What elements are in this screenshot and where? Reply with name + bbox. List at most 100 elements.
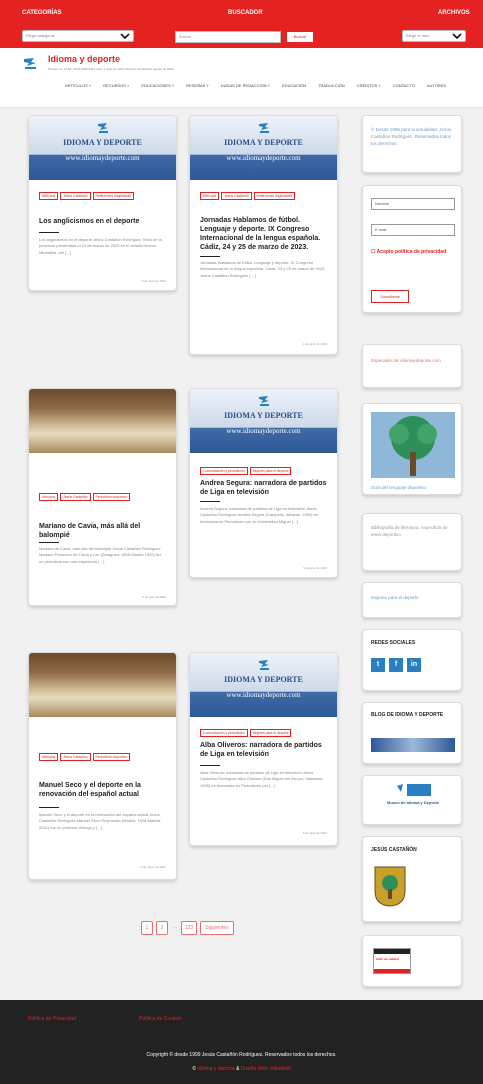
next-page-button[interactable]: Siguientes: [200, 921, 234, 935]
post-thumbnail-library[interactable]: [29, 653, 176, 717]
post-thumbnail[interactable]: IDIOMA Y DEPORTE www.idiomaydeporte.com: [29, 116, 176, 180]
nav-item-traduccion[interactable]: TRADUCCIÓN: [318, 83, 345, 88]
facebook-icon[interactable]: f: [389, 658, 403, 672]
banner-title: IDIOMA Y DEPORTE: [224, 138, 303, 147]
post-title[interactable]: Alba Oliveros: narradora de partidos de …: [200, 741, 327, 759]
nav-item-dudas[interactable]: DUDAS DE REDACCIÓN ˅: [221, 83, 270, 88]
post-card: Artículos Jesús Castañón Periodismo deport…: [28, 652, 177, 880]
post-date: 5 de julio de 2022: [142, 595, 166, 599]
post-tags: Artículos Jesús Castañón Reflexiones lingü…: [200, 184, 297, 202]
blog-banner[interactable]: [371, 738, 455, 752]
post-excerpt: Manuel Seco y el deporte en la renovació…: [39, 812, 162, 830]
tag[interactable]: Artículos: [39, 493, 59, 501]
guide-link[interactable]: Guía del lenguaje deportivo: [371, 484, 453, 491]
nav-item-articulos[interactable]: ARTÍCULOS ˅: [65, 83, 91, 88]
post-card: IDIOMA Y DEPORTE www.idiomaydeporte.com …: [189, 652, 338, 846]
post-card: IDIOMA Y DEPORTE www.idiomaydeporte.com …: [28, 115, 177, 291]
cookies-policy-link[interactable]: Política de Cookies: [139, 1016, 182, 1022]
quality-badge[interactable]: Sello de calidad: [373, 948, 411, 974]
post-title[interactable]: Andrea Segura: narradora de partidos de …: [200, 479, 327, 497]
chevron-down-icon: [452, 33, 462, 39]
specials-link[interactable]: Especiales de idiomaydeporte.com: [371, 357, 453, 364]
linkedin-icon[interactable]: in: [407, 658, 421, 672]
post-title[interactable]: Los anglicismos en el deporte: [39, 217, 166, 226]
subscribe-button[interactable]: Suscribirse: [371, 290, 409, 303]
tag[interactable]: Jesús Castañón: [60, 192, 91, 200]
twitter-icon[interactable]: t: [371, 658, 385, 672]
privacy-policy-link[interactable]: Política de Privacidad: [28, 1016, 76, 1022]
post-excerpt: Jornadas Hablamos de fútbol. Lenguaje y …: [200, 260, 326, 278]
divider: [200, 501, 220, 502]
post-excerpt: Los anglicismos en el deporte Jesús Cast…: [39, 237, 162, 255]
main-nav: ARTÍCULOS ˅ RECURSOS ˅ EDUCACIONES ˅ RES…: [65, 83, 458, 88]
logo-icon: [258, 123, 269, 133]
email-field[interactable]: E-mail: [371, 224, 455, 236]
name-field[interactable]: Nombre: [371, 198, 455, 210]
post-excerpt: Alba Oliveros: narradora de partidos de …: [200, 770, 324, 788]
tag[interactable]: Jesús Castañón: [221, 192, 252, 200]
tag[interactable]: Periodismo deportivo: [92, 493, 131, 501]
subscribe-widget: Nombre E-mail ☐ Acepto política de priva…: [362, 185, 462, 313]
page-2[interactable]: 2: [156, 921, 168, 935]
post-tags: Comunicación y periodismo Mujeres para el…: [200, 459, 293, 477]
tag[interactable]: Reflexiones lingüísticas: [253, 192, 295, 200]
post-title[interactable]: Mariano de Cavia, más allá del balompié: [39, 522, 166, 540]
tag[interactable]: Periodismo deportivo: [92, 753, 131, 761]
post-thumbnail-library[interactable]: [29, 389, 176, 453]
divider: [200, 256, 220, 257]
tag[interactable]: Comunicación y periodismo: [200, 729, 248, 737]
tag[interactable]: Comunicación y periodismo: [200, 467, 248, 475]
logo-icon: [258, 396, 269, 406]
page-last[interactable]: 123: [181, 921, 197, 935]
nav-item-educacion[interactable]: EDUCACIÓN: [282, 83, 306, 88]
credit-site-link[interactable]: Idioma y deporte: [197, 1066, 234, 1072]
site-header: Idioma y deporte Número 3+ 13.08. ISSN 1…: [0, 48, 483, 108]
nav-item-autores[interactable]: AUTORES: [427, 83, 446, 88]
categories-select[interactable]: Elegir categoría: [22, 30, 134, 42]
coat-of-arms-icon[interactable]: [373, 865, 407, 907]
tag[interactable]: Artículos: [200, 192, 220, 200]
nav-item-creditos[interactable]: CRÉDITOS ˅: [357, 83, 381, 88]
footer-copyright: Copyright © desde 1999 Jesús Castañón Ro…: [146, 1052, 337, 1058]
post-thumbnail[interactable]: IDIOMA Y DEPORTE www.idiomaydeporte.com: [190, 116, 337, 180]
privacy-checkbox[interactable]: ☐ Acepto política de privacidad: [371, 248, 453, 256]
site-logo-icon[interactable]: [22, 57, 38, 71]
post-title[interactable]: Manuel Seco y el deporte en la renovació…: [39, 781, 166, 799]
bibliography-link[interactable]: Bibliografía de literatura, especifida d…: [371, 524, 453, 538]
museum-label: Museo de Idioma y Deporte: [386, 800, 439, 805]
logo-icon: [97, 123, 108, 133]
specials-widget: Especiales de idiomaydeporte.com: [362, 344, 462, 388]
site-title[interactable]: Idioma y deporte: [48, 54, 120, 64]
page-1[interactable]: 1: [141, 921, 153, 935]
tag[interactable]: Mujeres para el deporte: [249, 467, 292, 475]
tag[interactable]: Artículos: [39, 192, 59, 200]
tag[interactable]: Mujeres para el deporte: [249, 729, 292, 737]
post-thumbnail[interactable]: IDIOMA Y DEPORTE www.idiomaydeporte.com: [190, 389, 337, 453]
post-card: Artículos Jesús Castañón Periodismo deport…: [28, 388, 177, 606]
post-thumbnail[interactable]: IDIOMA Y DEPORTE www.idiomaydeporte.com: [190, 653, 337, 717]
credit-design-link[interactable]: Diseño Web Valladolid: [241, 1066, 291, 1072]
archives-label: ARCHIVOS: [438, 10, 470, 16]
search-input[interactable]: Buscar ...: [175, 31, 281, 43]
tag[interactable]: Jesús Castañón: [60, 493, 91, 501]
post-tags: Artículos Jesús Castañón Reflexiones lingü…: [39, 184, 136, 202]
banner-url: www.idiomaydeporte.com: [226, 154, 301, 162]
post-title[interactable]: Jornadas Hablamos de fútbol. Lenguaje y …: [200, 216, 327, 252]
nav-item-resenas[interactable]: RESEÑAS ˅: [186, 83, 209, 88]
nav-item-educaciones[interactable]: EDUCACIONES ˅: [141, 83, 174, 88]
tag[interactable]: Jesús Castañón: [60, 753, 91, 761]
nav-item-recursos[interactable]: RECURSOS ˅: [103, 83, 129, 88]
search-label: BUSCADOR: [228, 10, 263, 16]
women-link[interactable]: Mujeres para el deporte: [371, 594, 453, 601]
nav-item-contacto[interactable]: CONTACTO: [393, 83, 415, 88]
tag[interactable]: Reflexiones lingüísticas: [92, 192, 134, 200]
social-heading: REDES SOCIALES: [371, 640, 416, 646]
tag[interactable]: Artículos: [39, 753, 59, 761]
top-bar: CATEGORÍAS Elegir categoría BUSCADOR Bus…: [0, 0, 483, 48]
castanon-widget: JESÚS CASTAÑÓN: [362, 836, 462, 922]
search-button[interactable]: Buscar: [286, 31, 314, 43]
tree-illustration[interactable]: [371, 412, 455, 478]
archives-select[interactable]: Elegir el mes: [402, 30, 466, 42]
badge-widget: Sello de calidad: [362, 935, 462, 987]
post-excerpt: Andrea Segura: narradora de partidos de …: [200, 506, 318, 524]
